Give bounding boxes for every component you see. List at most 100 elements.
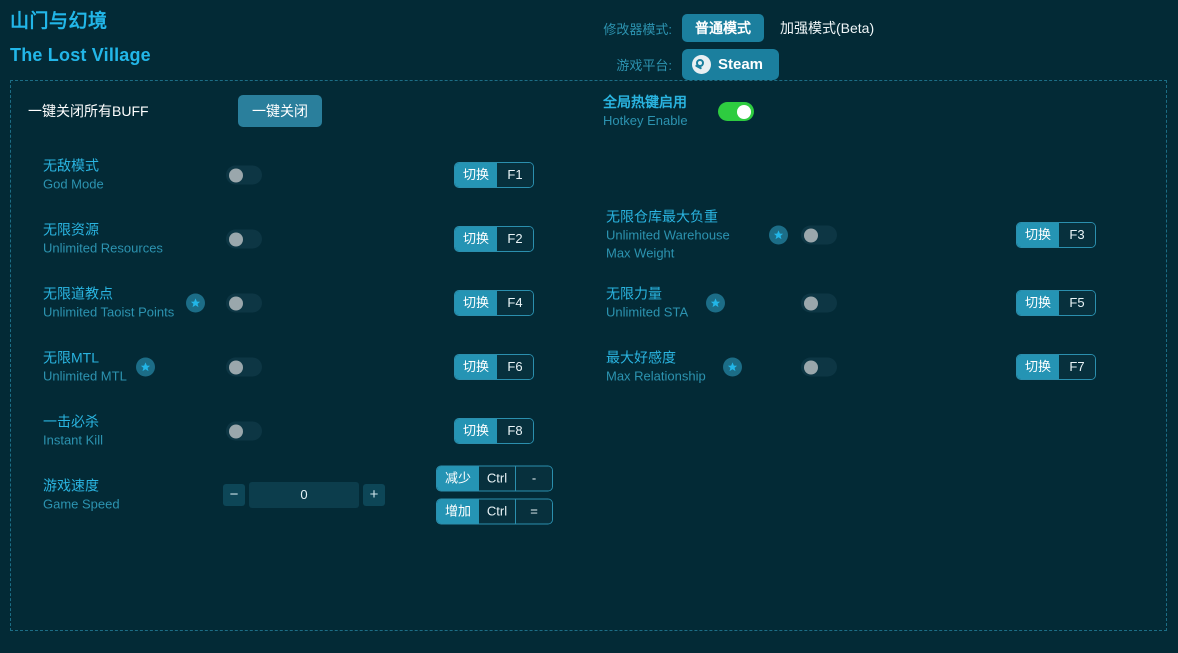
cheat-toggle[interactable]: [226, 422, 262, 441]
toggle-knob: [229, 360, 243, 374]
game-speed-stepper: − 0 +: [223, 482, 385, 508]
hotkey-key-label: F6: [497, 355, 533, 379]
hotkey-modifier-label: Ctrl: [479, 467, 515, 491]
close-all-buffs-button[interactable]: 一键关闭: [238, 95, 322, 127]
hotkey-key-label: F8: [497, 419, 533, 443]
hotkey-key-label: -: [515, 467, 552, 491]
cheat-toggle[interactable]: [801, 358, 837, 377]
game-speed-row: 游戏速度 Game Speed − 0 + 减少 Ctrl - 增加 Ctrl …: [28, 463, 578, 527]
cheat-label-en: Unlimited Resources: [43, 240, 163, 258]
hotkey-action-label: 切换: [455, 419, 497, 443]
cheat-toggle[interactable]: [801, 226, 837, 245]
cheat-hotkey[interactable]: 切换 F6: [454, 354, 534, 380]
cheat-toggle[interactable]: [226, 230, 262, 249]
hotkey-key-label: =: [515, 500, 552, 524]
cheat-label-en: Game Speed: [43, 496, 120, 514]
hotkey-action-label: 切换: [1017, 291, 1059, 315]
app-title-cn: 山门与幻境: [10, 10, 151, 34]
hotkey-action-label: 减少: [437, 467, 479, 491]
game-speed-value[interactable]: 0: [249, 482, 359, 508]
close-all-buffs-row: 一键关闭所有BUFF 一键关闭: [28, 95, 322, 127]
cheat-labels: 无敌模式 God Mode: [43, 157, 104, 194]
cheat-row: 一击必杀 Instant Kill 切换 F8: [28, 399, 578, 463]
cheat-label-cn: 无限仓库最大负重: [606, 208, 730, 227]
cheat-toggle[interactable]: [226, 166, 262, 185]
toggle-knob: [229, 424, 243, 438]
hotkey-action-label: 切换: [455, 291, 497, 315]
header-controls: 修改器模式: 普通模式 加强模式(Beta) 游戏平台: Steam: [584, 10, 887, 82]
game-platform-label: 游戏平台:: [584, 55, 682, 74]
cheat-labels: 无限力量 Unlimited STA: [606, 285, 688, 322]
cheat-row: 无限力量 Unlimited STA 切换 F5: [591, 271, 1151, 335]
toggle-knob: [737, 105, 751, 119]
cheat-label-en: Instant Kill: [43, 432, 103, 450]
cheat-label-cn: 无限道教点: [43, 285, 174, 304]
cheat-label-en: Max Relationship: [606, 368, 706, 386]
game-speed-decrease-button[interactable]: −: [223, 484, 245, 506]
cheat-row: 无敌模式 God Mode 切换 F1: [28, 143, 578, 207]
cheat-column-left: 无敌模式 God Mode 切换 F1 无限资源 Unlimited Resou…: [28, 143, 578, 527]
platform-steam-label: Steam: [718, 56, 763, 73]
hotkey-action-label: 切换: [455, 227, 497, 251]
hotkey-action-label: 切换: [455, 355, 497, 379]
cheat-labels: 游戏速度 Game Speed: [43, 477, 120, 514]
star-icon: [706, 294, 725, 313]
cheat-hotkey[interactable]: 切换 F1: [454, 162, 534, 188]
hotkey-modifier-label: Ctrl: [479, 500, 515, 524]
cheat-label-cn: 一击必杀: [43, 413, 103, 432]
trainer-mode-beta-button[interactable]: 加强模式(Beta): [764, 14, 887, 42]
star-icon: [769, 226, 788, 245]
cheat-label-en2: Max Weight: [606, 245, 730, 263]
cheat-label-cn: 无敌模式: [43, 157, 104, 176]
cheat-labels: 一击必杀 Instant Kill: [43, 413, 103, 450]
trainer-mode-label: 修改器模式:: [584, 19, 682, 38]
hotkey-key-label: F2: [497, 227, 533, 251]
cheat-label-cn: 无限力量: [606, 285, 688, 304]
cheat-label-en: Unlimited MTL: [43, 368, 127, 386]
hotkey-enable-labels: 全局热键启用 Hotkey Enable: [603, 93, 718, 130]
star-icon: [136, 358, 155, 377]
cheat-label-en: Unlimited STA: [606, 304, 688, 322]
hotkey-enable-row: 全局热键启用 Hotkey Enable: [603, 93, 754, 130]
game-speed-increase-button[interactable]: +: [363, 484, 385, 506]
steam-icon: [692, 55, 711, 74]
trainer-mode-row: 修改器模式: 普通模式 加强模式(Beta): [584, 10, 887, 46]
cheat-row: 最大好感度 Max Relationship 切换 F7: [591, 335, 1151, 399]
hotkey-action-label: 切换: [1017, 355, 1059, 379]
cheat-toggle[interactable]: [226, 294, 262, 313]
cheat-row: 无限仓库最大负重 Unlimited Warehouse Max Weight …: [591, 143, 1151, 271]
star-icon: [186, 294, 205, 313]
cheat-labels: 无限仓库最大负重 Unlimited Warehouse Max Weight: [606, 208, 730, 263]
hotkey-enable-label-cn: 全局热键启用: [603, 93, 718, 112]
cheat-label-cn: 无限MTL: [43, 349, 127, 368]
cheat-label-cn: 无限资源: [43, 221, 163, 240]
cheat-labels: 无限MTL Unlimited MTL: [43, 349, 127, 386]
cheat-hotkey[interactable]: 切换 F7: [1016, 354, 1096, 380]
cheat-hotkey[interactable]: 切换 F2: [454, 226, 534, 252]
game-speed-decrease-hotkey[interactable]: 减少 Ctrl -: [436, 466, 553, 492]
toggle-knob: [229, 232, 243, 246]
cheat-hotkey[interactable]: 切换 F8: [454, 418, 534, 444]
cheat-hotkey[interactable]: 切换 F5: [1016, 290, 1096, 316]
game-speed-increase-hotkey[interactable]: 增加 Ctrl =: [436, 499, 553, 525]
trainer-mode-normal-button[interactable]: 普通模式: [682, 14, 764, 42]
cheat-hotkey[interactable]: 切换 F3: [1016, 222, 1096, 248]
cheat-panel: 一键关闭所有BUFF 一键关闭 全局热键启用 Hotkey Enable 无敌模…: [10, 80, 1167, 631]
cheat-labels: 无限道教点 Unlimited Taoist Points: [43, 285, 174, 322]
cheat-label-en: Unlimited Warehouse: [606, 227, 730, 245]
game-speed-hotkeys: 减少 Ctrl - 增加 Ctrl =: [436, 466, 553, 525]
cheat-hotkey[interactable]: 切换 F4: [454, 290, 534, 316]
toggle-knob: [804, 296, 818, 310]
star-icon: [723, 358, 742, 377]
cheat-toggle[interactable]: [226, 358, 262, 377]
cheat-label-en: Unlimited Taoist Points: [43, 304, 174, 322]
cheat-row: 无限资源 Unlimited Resources 切换 F2: [28, 207, 578, 271]
hotkey-enable-toggle[interactable]: [718, 102, 754, 121]
close-all-buffs-label: 一键关闭所有BUFF: [28, 101, 238, 121]
cheat-labels: 无限资源 Unlimited Resources: [43, 221, 163, 258]
toggle-knob: [229, 296, 243, 310]
toggle-knob: [804, 360, 818, 374]
cheat-column-right: 无限仓库最大负重 Unlimited Warehouse Max Weight …: [591, 143, 1151, 399]
cheat-toggle[interactable]: [801, 294, 837, 313]
platform-steam-button[interactable]: Steam: [682, 49, 779, 80]
